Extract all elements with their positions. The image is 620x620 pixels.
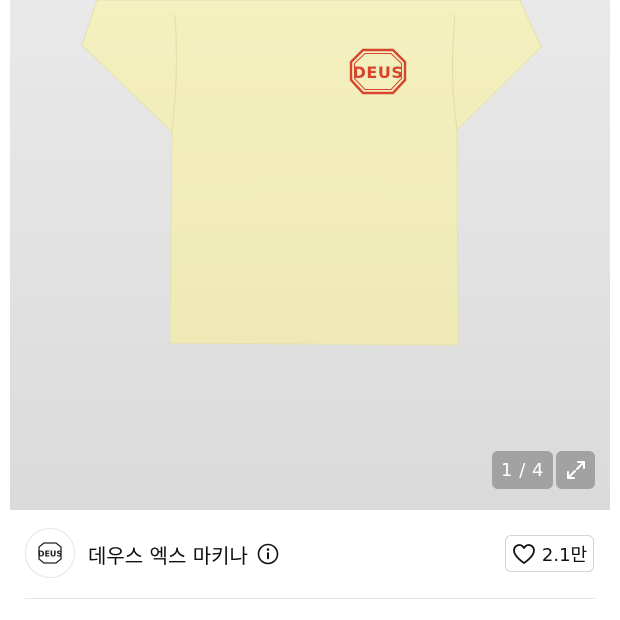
brand-name[interactable]: 데우스 엑스 마키나 <box>88 540 248 569</box>
expand-icon <box>566 461 585 479</box>
brand-logo-text: DEUS <box>38 550 63 559</box>
brand-row: DEUS 데우스 엑스 마키나 2.1만 <box>0 510 620 600</box>
brand-logo-button[interactable]: DEUS <box>25 528 75 578</box>
product-photo: DEUS <box>81 0 542 346</box>
brand-logo: DEUS <box>38 542 63 564</box>
image-counter: 1 / 4 <box>492 451 553 489</box>
like-button[interactable]: 2.1만 <box>505 535 594 572</box>
t-shirt-body <box>81 0 542 346</box>
info-icon[interactable] <box>257 543 279 565</box>
heart-icon <box>513 543 535 564</box>
divider <box>25 598 595 599</box>
expand-button[interactable] <box>556 451 595 489</box>
product-image-gallery[interactable]: DEUS 1 / 4 <box>0 0 620 510</box>
deus-logo-text: DEUS <box>353 63 404 82</box>
like-count: 2.1만 <box>541 544 588 566</box>
